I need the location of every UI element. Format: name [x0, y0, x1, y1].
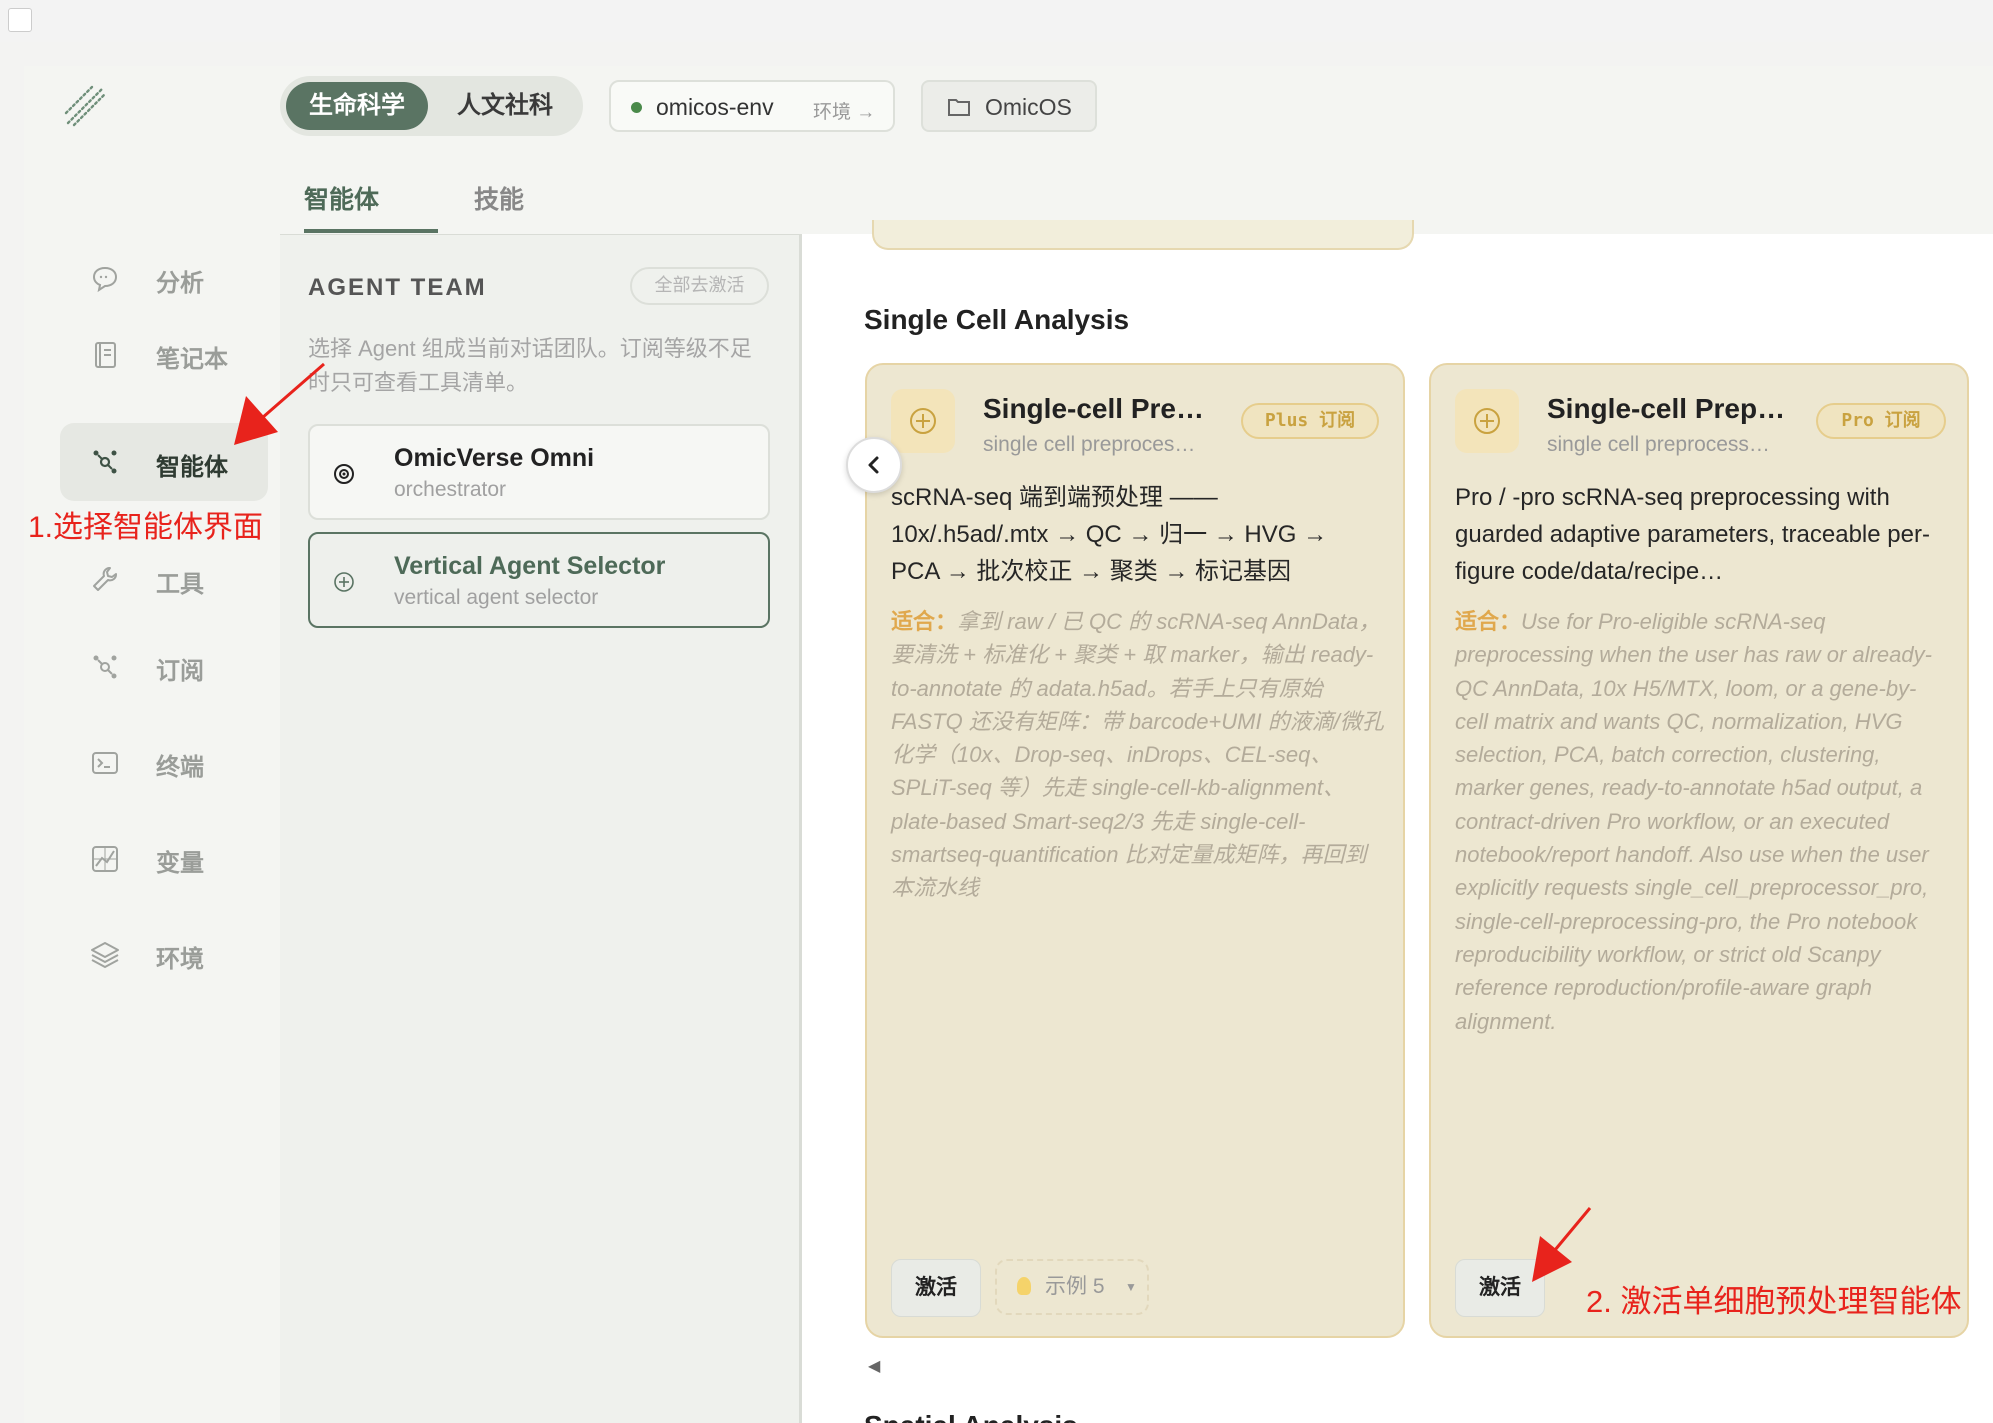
folder-icon — [948, 99, 970, 116]
env-name: omicos-env — [656, 94, 774, 120]
sidebar-item-variables[interactable]: 变量 — [60, 816, 268, 900]
chevron-left-icon — [868, 456, 879, 474]
caret-down-icon: ▼ — [1125, 1280, 1137, 1294]
domain-toggle: 生命科学 人文社科 — [280, 76, 583, 136]
agent-team-title: AGENT TEAM — [308, 274, 487, 301]
skill-subtitle: single cell preprocess… — [1547, 433, 1770, 456]
sidebar-item-terminal[interactable]: 终端 — [60, 720, 268, 804]
skill-subtitle: single cell preproces… — [983, 433, 1196, 456]
env-status-dot — [631, 102, 642, 113]
sidebar-item-label: 变量 — [156, 850, 204, 877]
scroll-left-icon[interactable]: ◀ — [868, 1356, 880, 1376]
next-section-title: Spatial Analysis — [864, 1410, 1078, 1423]
examples-dropdown[interactable]: 示例 5 ▼ — [995, 1259, 1149, 1315]
sidebar-item-label: 终端 — [156, 754, 204, 781]
agent-subtitle: vertical agent selector — [394, 586, 599, 609]
fit-label: 适合： — [1455, 609, 1522, 634]
skill-icon-container — [1455, 389, 1519, 453]
subscription-badge: Plus 订阅 — [1241, 403, 1379, 439]
target-icon — [334, 464, 354, 484]
agent-card-vertical-agent-selector[interactable]: Vertical Agent Selector vertical agent s… — [308, 532, 770, 628]
fit-body: Use for Pro-eligible scRNA-seq preproces… — [1455, 609, 1932, 1034]
chat-bubble-icon — [92, 266, 118, 293]
terminal-icon — [92, 752, 118, 774]
active-tab-indicator — [304, 229, 438, 233]
wrench-icon — [93, 567, 117, 591]
sidebar-item-notebook[interactable]: 笔记本 — [60, 312, 268, 396]
favicon-icon — [8, 8, 32, 32]
fit-body: 拿到 raw / 已 QC 的 scRNA-seq AnnData，要清洗 + … — [891, 609, 1384, 901]
collapse-panel-button[interactable] — [846, 437, 902, 493]
notebook-icon — [95, 342, 116, 368]
agent-team-description: 选择 Agent 组成当前对话团队。订阅等级不足时只可查看工具清单。 — [308, 336, 752, 395]
tab-agents[interactable]: 智能体 — [304, 180, 379, 216]
agent-network-icon — [93, 655, 117, 679]
fit-label: 适合： — [891, 609, 958, 634]
agent-name: OmicVerse Omni — [394, 444, 595, 472]
skill-title: Single-cell Pre… — [983, 393, 1204, 424]
skill-icon-container — [891, 389, 955, 453]
annotation-step2: 2. 激活单细胞预处理智能体 — [1586, 1284, 1962, 1319]
deactivate-all-button[interactable]: 全部去激活 — [630, 267, 769, 305]
skill-title: Single-cell Prep… — [1547, 393, 1786, 424]
sidebar-item-label: 订阅 — [156, 658, 204, 685]
tab-skills[interactable]: 技能 — [474, 180, 524, 216]
agent-network-icon — [93, 450, 117, 474]
subscription-badge: Pro 订阅 — [1816, 403, 1946, 439]
skill-card-single-cell-pro: Single-cell Prep… single cell preprocess… — [1429, 363, 1969, 1338]
sidebar-item-label: 笔记本 — [156, 346, 228, 373]
env-selector[interactable]: omicos-env 环境 → — [609, 80, 895, 132]
skill-description: scRNA-seq 端到端预处理 —— 10x/.h5ad/.mtx → QC … — [891, 484, 1328, 585]
activate-button[interactable]: 激活 — [891, 1259, 981, 1317]
section-title: Single Cell Analysis — [864, 304, 1130, 335]
examples-label: 示例 5 — [1045, 1275, 1105, 1298]
skill-card-single-cell-plus: Single-cell Pre… single cell preproces… … — [865, 363, 1405, 1338]
agent-card-omicverse-omni[interactable]: OmicVerse Omni orchestrator — [308, 424, 770, 520]
sidebar: 分析 笔记本 智能体 工具 订阅 终端 变量 环境 — [24, 146, 280, 1423]
previous-card-edge — [872, 220, 1414, 250]
project-name: OmicOS — [985, 94, 1072, 120]
browser-top-strip — [0, 0, 1993, 42]
sidebar-item-label: 环境 — [156, 946, 204, 973]
agent-subtitle: orchestrator — [394, 478, 507, 501]
layers-icon — [91, 942, 119, 969]
activate-button[interactable]: 激活 — [1455, 1259, 1545, 1317]
skill-fit-text: 适合：拿到 raw / 已 QC 的 scRNA-seq AnnData，要清洗… — [891, 605, 1385, 905]
project-folder-button[interactable]: OmicOS — [921, 80, 1097, 132]
sidebar-item-label: 智能体 — [156, 454, 228, 481]
sidebar-item-label: 工具 — [156, 571, 204, 598]
domain-tab-humanities[interactable]: 人文社科 — [432, 82, 578, 130]
sidebar-item-agents[interactable]: 智能体 — [60, 423, 268, 501]
agent-name: Vertical Agent Selector — [394, 552, 666, 580]
env-link[interactable]: 环境 → — [813, 97, 875, 124]
variable-chart-icon — [92, 846, 118, 872]
lightbulb-icon — [1017, 1277, 1031, 1295]
sidebar-item-subscription[interactable]: 订阅 — [60, 624, 268, 708]
annotation-step1: 1.选择智能体界面 — [28, 511, 264, 544]
plus-circle-icon — [1474, 408, 1500, 434]
plus-circle-icon — [334, 572, 354, 592]
domain-tab-life-science[interactable]: 生命科学 — [286, 82, 428, 130]
sidebar-item-environment[interactable]: 环境 — [60, 912, 268, 996]
skill-fit-text: 适合：Use for Pro-eligible scRNA-seq prepro… — [1455, 605, 1949, 1038]
skill-description: Pro / -pro scRNA-seq preprocessing with … — [1455, 484, 1930, 585]
dna-logo-icon[interactable] — [62, 83, 108, 129]
sidebar-item-label: 分析 — [156, 270, 204, 297]
sidebar-item-tools[interactable]: 工具 — [60, 544, 268, 628]
sidebar-item-analysis[interactable]: 分析 — [60, 236, 268, 320]
plus-circle-icon — [910, 408, 936, 434]
